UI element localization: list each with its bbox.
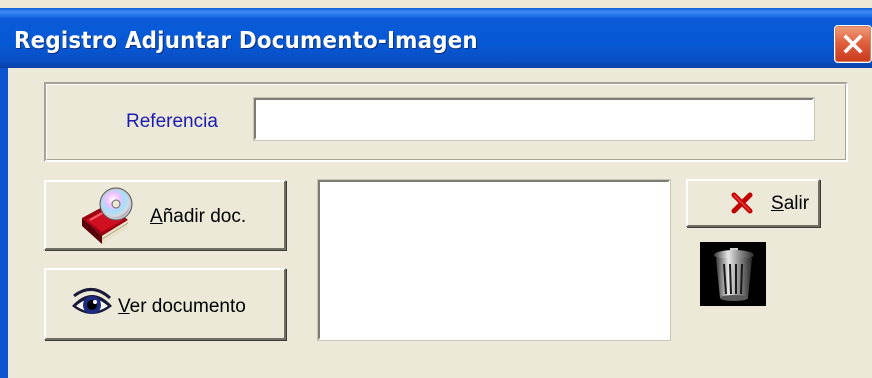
view-document-button[interactable]: Ver documento: [44, 268, 286, 340]
window-title: Registro Adjuntar Documento-Imagen: [14, 28, 478, 54]
title-bar[interactable]: Registro Adjuntar Documento-Imagen: [0, 8, 872, 68]
dialog-window: Registro Adjuntar Documento-Imagen Refer…: [0, 0, 872, 378]
reference-label: Referencia: [126, 111, 218, 132]
close-button[interactable]: [834, 25, 872, 63]
add-document-label: Añadir doc.: [150, 206, 247, 227]
close-icon: [843, 34, 863, 54]
book-cd-icon: [82, 187, 133, 244]
window-border-left: [0, 68, 8, 378]
reference-input[interactable]: [253, 97, 815, 141]
trash-icon: [714, 248, 754, 301]
eye-icon: [72, 288, 112, 314]
exit-label: Salir: [771, 193, 810, 214]
trash-button[interactable]: [700, 242, 766, 306]
red-x-icon: [731, 192, 753, 214]
view-document-label: Ver documento: [118, 296, 246, 317]
attached-documents-list[interactable]: [317, 179, 671, 341]
exit-button[interactable]: Salir: [686, 179, 820, 227]
add-document-button[interactable]: Añadir doc.: [44, 180, 286, 250]
